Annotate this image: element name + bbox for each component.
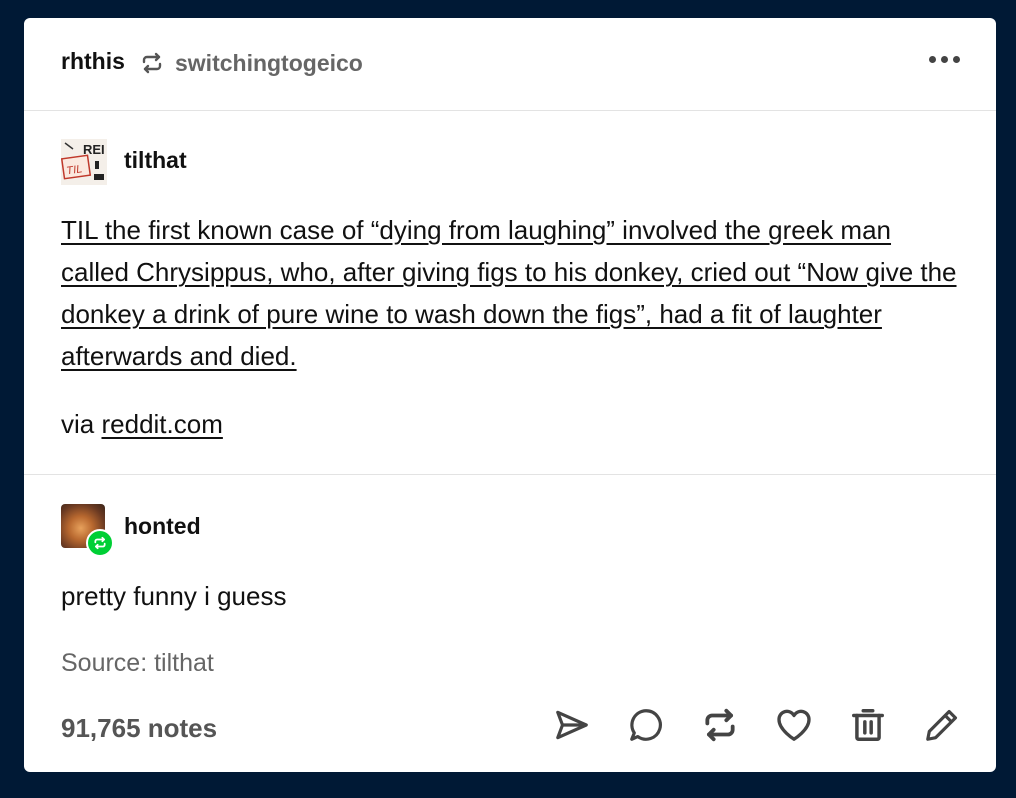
- honted-blog-name[interactable]: honted: [124, 513, 201, 540]
- source-blog-name[interactable]: switchingtogeico: [175, 50, 363, 77]
- reblog-badge-icon: [86, 529, 114, 557]
- via-link[interactable]: reddit.com: [101, 409, 222, 439]
- like-icon[interactable]: [774, 705, 814, 745]
- via-prefix: via: [61, 409, 95, 439]
- notes-count[interactable]: 91,765 notes: [61, 713, 217, 744]
- reblog-comment: honted pretty funny i guess Source: tilt…: [24, 475, 996, 772]
- reply-icon[interactable]: [626, 705, 666, 745]
- meatball-menu-icon[interactable]: [929, 56, 960, 63]
- svg-text:TIL: TIL: [66, 163, 83, 177]
- delete-icon[interactable]: [848, 705, 888, 745]
- reblogger-name[interactable]: rhthis: [61, 48, 125, 75]
- original-post: REI TIL tilthat TIL the first known case…: [24, 111, 996, 475]
- post-actions: [552, 705, 962, 745]
- via-line: via reddit.com: [61, 409, 223, 440]
- reblog-icon: [142, 52, 162, 74]
- tilthat-blog-name[interactable]: tilthat: [124, 147, 187, 174]
- reblog-icon[interactable]: [700, 705, 740, 745]
- til-post-text[interactable]: TIL the first known case of “dying from …: [61, 209, 966, 377]
- reblog-comment-text: pretty funny i guess: [61, 581, 287, 611]
- post-card: rhthis switchingtogeico REI TIL tilthat …: [24, 18, 996, 772]
- tilthat-avatar[interactable]: REI TIL: [61, 139, 107, 185]
- edit-icon[interactable]: [922, 705, 962, 745]
- share-icon[interactable]: [552, 705, 592, 745]
- source-attribution[interactable]: Source: tilthat: [61, 649, 214, 678]
- post-header: rhthis switchingtogeico: [24, 18, 996, 111]
